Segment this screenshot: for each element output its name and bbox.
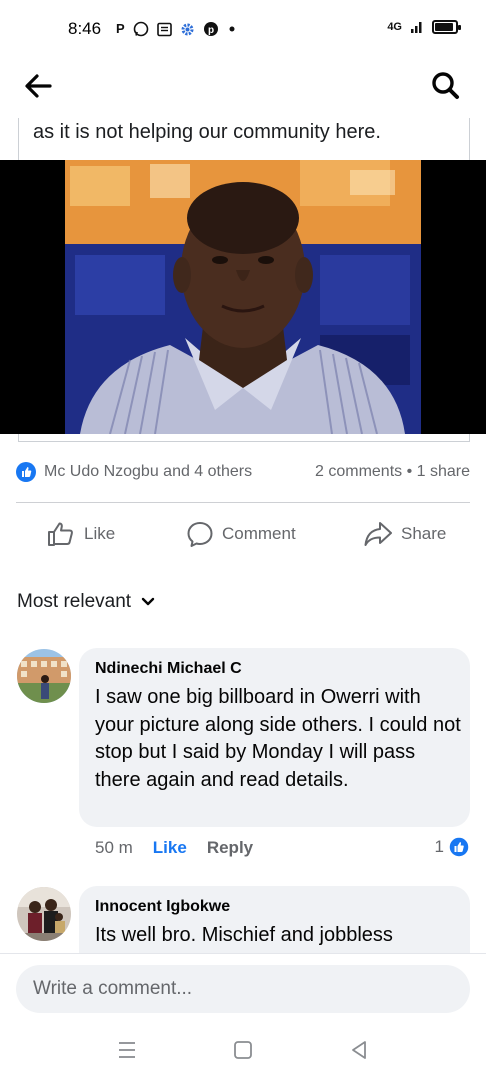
back-triangle-icon <box>352 1041 366 1059</box>
comment-input[interactable]: Write a comment... <box>16 965 470 1013</box>
back-button[interactable] <box>20 68 56 104</box>
menu-button[interactable] <box>115 1038 139 1062</box>
reaction-count: 1 <box>434 837 444 856</box>
comment-share-counts[interactable]: 2 comments • 1 share <box>315 463 470 481</box>
thumbs-up-icon <box>48 522 73 546</box>
comment-reaction-count[interactable]: 1 <box>435 836 470 858</box>
search-button[interactable] <box>428 68 464 104</box>
dot-icon <box>229 26 235 32</box>
system-indicators: 4G <box>387 20 461 34</box>
share-button[interactable]: Share <box>363 515 446 553</box>
search-icon <box>432 72 459 99</box>
back-nav-button[interactable] <box>347 1038 371 1062</box>
pinterest-icon: p <box>203 22 218 36</box>
post-text: as it is not helping our community here. <box>33 121 381 143</box>
network-indicator: 4G <box>387 21 402 33</box>
avatar[interactable] <box>17 887 71 941</box>
share-label: Share <box>401 524 447 543</box>
like-reaction-icon <box>16 462 36 482</box>
comment-meta: 50 m Like Reply <box>95 838 253 858</box>
menu-icon <box>119 1042 135 1058</box>
reactors-text[interactable]: Mc Udo Nzogbu and 4 others <box>44 463 252 481</box>
post-card-text: as it is not helping our community here. <box>18 118 470 160</box>
notification-icons: P p <box>116 21 237 37</box>
like-button[interactable]: Like <box>46 515 115 553</box>
commenter-name[interactable]: Innocent Igbokwe <box>95 898 230 916</box>
battery-icon <box>432 20 461 34</box>
home-button[interactable] <box>231 1038 255 1062</box>
post-actions: Like Comment Share <box>0 515 486 555</box>
p-icon: P <box>116 21 125 36</box>
comment-bubble-icon <box>187 522 213 547</box>
svg-text:p: p <box>208 25 214 36</box>
post-photo[interactable] <box>0 160 486 434</box>
reactions-summary[interactable]: Mc Udo Nzogbu and 4 others 2 comments • … <box>16 460 470 486</box>
sort-label: Most relevant <box>17 591 132 612</box>
comment-time: 50 m <box>95 838 133 857</box>
share-arrow-icon <box>364 522 392 546</box>
comment-reply-button[interactable]: Reply <box>207 838 253 858</box>
comment-like-button[interactable]: Like <box>153 838 187 858</box>
comment-label: Comment <box>222 524 296 543</box>
status-bar: 8:46 P p 4G <box>0 0 486 60</box>
news-icon <box>156 22 172 36</box>
comment-sort-dropdown[interactable]: Most relevant <box>17 591 155 613</box>
system-navigation-bar <box>0 1030 486 1070</box>
comment-button[interactable]: Comment <box>186 515 296 553</box>
back-arrow-icon <box>25 74 52 98</box>
comment-bubble[interactable]: Ndinechi Michael C I saw one big billboa… <box>79 648 470 827</box>
like-label: Like <box>84 524 116 543</box>
gear-icon <box>181 23 194 35</box>
divider <box>16 502 470 503</box>
comment-placeholder: Write a comment... <box>33 978 193 999</box>
avatar[interactable] <box>17 649 71 703</box>
comment-text: I saw one big billboard in Owerri with y… <box>95 686 461 791</box>
whatsapp-icon <box>133 21 148 37</box>
signal-icon <box>411 22 422 33</box>
portrait-photo <box>0 160 486 434</box>
post-card-bottom <box>18 434 470 442</box>
top-bar <box>0 60 486 110</box>
comment-text: Its well bro. Mischief and jobbless <box>95 924 393 946</box>
commenter-name[interactable]: Ndinechi Michael C <box>95 660 242 678</box>
home-square-icon <box>234 1041 252 1059</box>
chevron-down-icon <box>141 597 155 606</box>
like-reaction-icon <box>448 836 470 858</box>
status-time: 8:46 <box>68 19 102 38</box>
